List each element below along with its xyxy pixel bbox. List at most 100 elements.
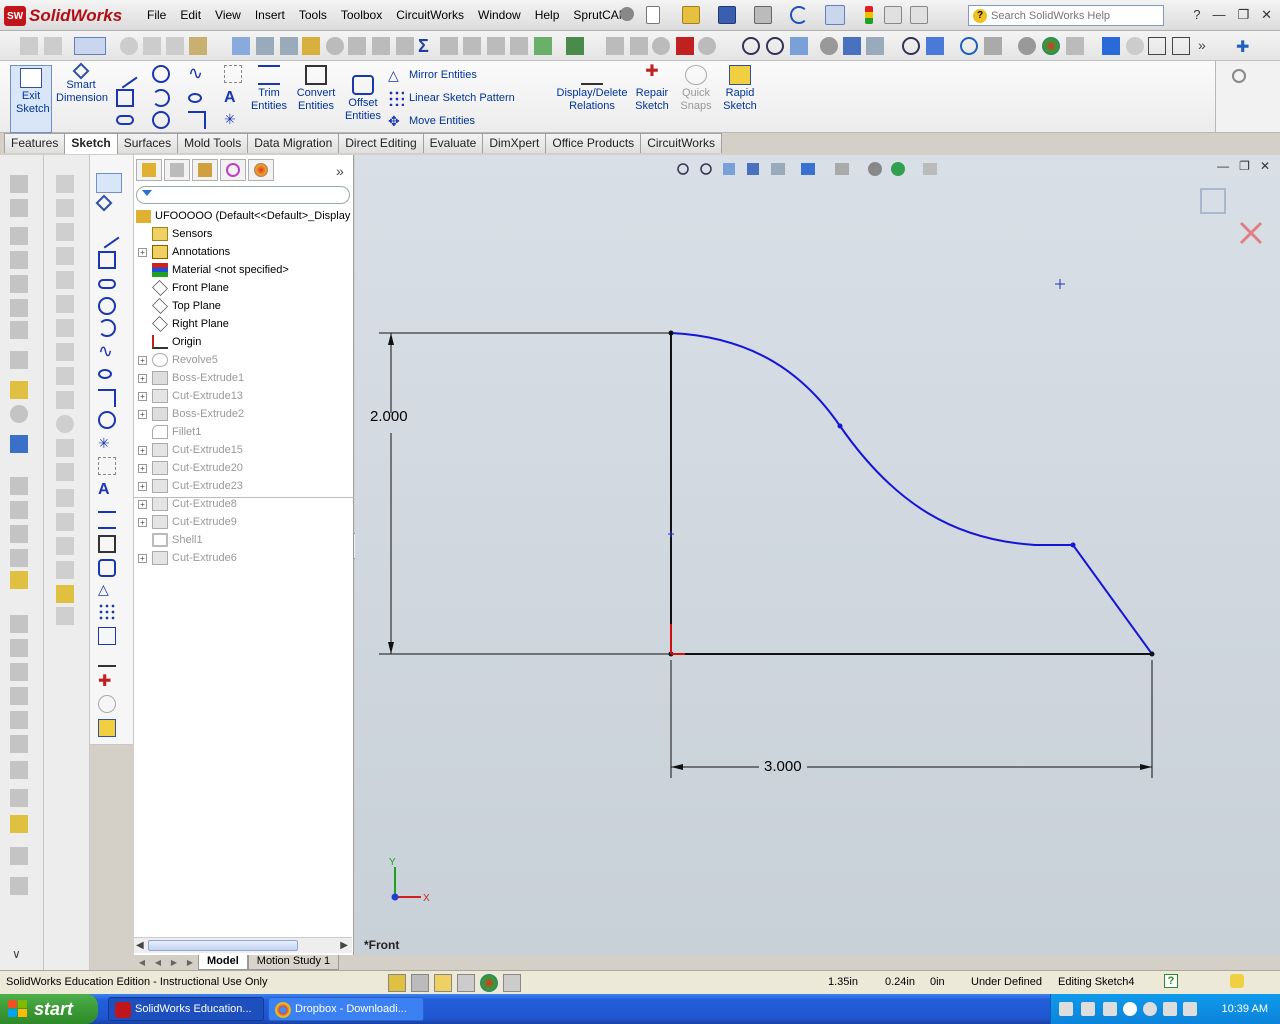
- toolbar-icon[interactable]: [866, 37, 884, 55]
- smart-dimension-icon[interactable]: [95, 194, 113, 212]
- toolbar-icon[interactable]: [143, 37, 161, 55]
- status-help-icon[interactable]: ?: [1164, 974, 1178, 988]
- tool-icon[interactable]: [56, 367, 74, 385]
- tree-item[interactable]: + Cut-Extrude9: [134, 513, 354, 531]
- tree-item[interactable]: + Revolve5: [134, 351, 354, 369]
- tree-item[interactable]: + Cut-Extrude20: [134, 459, 354, 477]
- tab-surfaces[interactable]: Surfaces: [116, 133, 179, 153]
- pointer-icon[interactable]: ✚: [1236, 37, 1254, 56]
- solidworks-logo[interactable]: SW SolidWorks: [4, 5, 122, 27]
- polygon-icon[interactable]: [152, 111, 170, 129]
- doc-restore-icon[interactable]: ❐: [1239, 159, 1250, 173]
- tab-motion-study[interactable]: Motion Study 1: [247, 955, 340, 970]
- tab-dimxpert[interactable]: DimXpert: [482, 133, 547, 153]
- menu-circuitworks[interactable]: CircuitWorks: [389, 8, 471, 22]
- zoom-to-fit-icon[interactable]: [742, 37, 760, 55]
- appearance-icon[interactable]: [1042, 37, 1060, 55]
- tree-root[interactable]: UFOOOOO (Default<<Default>_Display: [134, 207, 354, 225]
- tab-circuitworks[interactable]: CircuitWorks: [640, 133, 722, 153]
- tray-volume-icon[interactable]: [1163, 1002, 1177, 1016]
- tray-network-icon[interactable]: [1123, 1002, 1137, 1016]
- convert-icon[interactable]: [98, 535, 116, 553]
- toolbar-icon[interactable]: [326, 37, 344, 55]
- taskbar-item-dropbox[interactable]: Dropbox - Downloadi...: [268, 997, 424, 1021]
- height-dimension-value[interactable]: 2.000: [370, 408, 408, 425]
- sketch-canvas[interactable]: Y X: [355, 155, 1280, 955]
- menu-toolbox[interactable]: Toolbox: [334, 8, 389, 22]
- custom-properties-icon[interactable]: [503, 974, 521, 992]
- expand-plus-icon[interactable]: +: [138, 445, 147, 455]
- tool-icon[interactable]: [56, 175, 74, 193]
- view-palette-icon[interactable]: [457, 974, 475, 992]
- tray-language-icon[interactable]: [1081, 1002, 1095, 1016]
- feature-tool-icon[interactable]: [10, 761, 28, 779]
- tool-icon[interactable]: [56, 295, 74, 313]
- line-icon[interactable]: [94, 223, 120, 249]
- expand-plus-icon[interactable]: +: [138, 391, 147, 401]
- scroll-thumb[interactable]: [148, 940, 298, 951]
- cancel-sketch-icon[interactable]: [1239, 221, 1263, 245]
- search-icon[interactable]: [1232, 69, 1246, 83]
- move-entities-button[interactable]: ✥ Move Entities: [388, 113, 475, 129]
- display-style-icon[interactable]: [801, 163, 815, 175]
- tool-icon[interactable]: [56, 223, 74, 241]
- toolbar-icon[interactable]: [652, 37, 670, 55]
- tray-app-icon[interactable]: [1103, 1002, 1117, 1016]
- feature-tool-icon[interactable]: [10, 501, 28, 519]
- tray-update-icon[interactable]: [1143, 1002, 1157, 1016]
- move-icon[interactable]: [98, 627, 116, 645]
- tree-item[interactable]: + Cut-Extrude13: [134, 387, 354, 405]
- tray-security-icon[interactable]: [1183, 1002, 1197, 1016]
- previous-view-icon[interactable]: [723, 163, 735, 175]
- doc-minimize-icon[interactable]: —: [1217, 159, 1229, 173]
- new-document-icon[interactable]: [646, 6, 660, 24]
- tree-item[interactable]: Shell1: [134, 531, 354, 549]
- feature-tool-icon[interactable]: [10, 199, 28, 217]
- toolbar-icon[interactable]: [256, 37, 274, 55]
- options-icon[interactable]: [910, 6, 928, 24]
- expand-plus-icon[interactable]: +: [138, 553, 147, 563]
- display-delete-relations-button[interactable]: Display/Delete Relations: [554, 65, 630, 113]
- spell-check-icon[interactable]: [232, 37, 250, 55]
- more-chevron-down-icon[interactable]: ∨: [12, 947, 30, 965]
- linear-sketch-pattern-button[interactable]: Linear Sketch Pattern: [388, 90, 515, 106]
- close-icon[interactable]: ✕: [1261, 7, 1272, 23]
- fillet-sketch-icon[interactable]: [188, 111, 206, 129]
- next-tab-icon[interactable]: ▶: [171, 958, 177, 967]
- arc-icon[interactable]: [152, 89, 170, 107]
- menu-edit[interactable]: Edit: [173, 8, 208, 22]
- ellipse-icon[interactable]: [98, 369, 112, 379]
- feature-tool-icon[interactable]: [10, 525, 28, 543]
- design-library-icon[interactable]: [411, 974, 429, 992]
- toolbar-icon[interactable]: [606, 37, 624, 55]
- tool-icon[interactable]: [56, 247, 74, 265]
- scroll-left-icon[interactable]: ◀: [136, 940, 144, 951]
- tree-item[interactable]: + Cut-Extrude23: [134, 477, 354, 495]
- offset-icon[interactable]: [98, 559, 116, 577]
- tree-item[interactable]: Top Plane: [134, 297, 354, 315]
- first-tab-icon[interactable]: ◀: [139, 958, 145, 967]
- toolbar-icon[interactable]: [120, 37, 138, 55]
- feature-tool-icon[interactable]: [10, 227, 28, 245]
- tool-icon[interactable]: [56, 415, 74, 433]
- dimxpert-manager-tab-icon[interactable]: [220, 159, 246, 181]
- expand-plus-icon[interactable]: +: [138, 355, 147, 365]
- undo-icon[interactable]: [790, 6, 808, 24]
- tab-mold-tools[interactable]: Mold Tools: [177, 133, 249, 153]
- toolbar-icon[interactable]: [348, 37, 366, 55]
- circle-icon[interactable]: [152, 65, 170, 83]
- tree-item[interactable]: Front Plane: [134, 279, 354, 297]
- toolbar-icon[interactable]: [372, 37, 390, 55]
- tool-icon[interactable]: [56, 561, 74, 579]
- tab-data-migration[interactable]: Data Migration: [247, 133, 340, 153]
- feature-tool-icon[interactable]: [10, 251, 28, 269]
- toolbar-icon[interactable]: [698, 37, 716, 55]
- tool-icon[interactable]: [56, 463, 74, 481]
- feature-tool-icon[interactable]: [10, 549, 28, 567]
- toolbar-icon[interactable]: [280, 37, 298, 55]
- feature-tool-icon[interactable]: [10, 351, 28, 369]
- help-question-icon[interactable]: ?: [1193, 7, 1200, 23]
- rapid-sketch-button[interactable]: Rapid Sketch: [720, 65, 760, 113]
- search-input[interactable]: [991, 9, 1131, 22]
- feature-tool-icon[interactable]: [10, 687, 28, 705]
